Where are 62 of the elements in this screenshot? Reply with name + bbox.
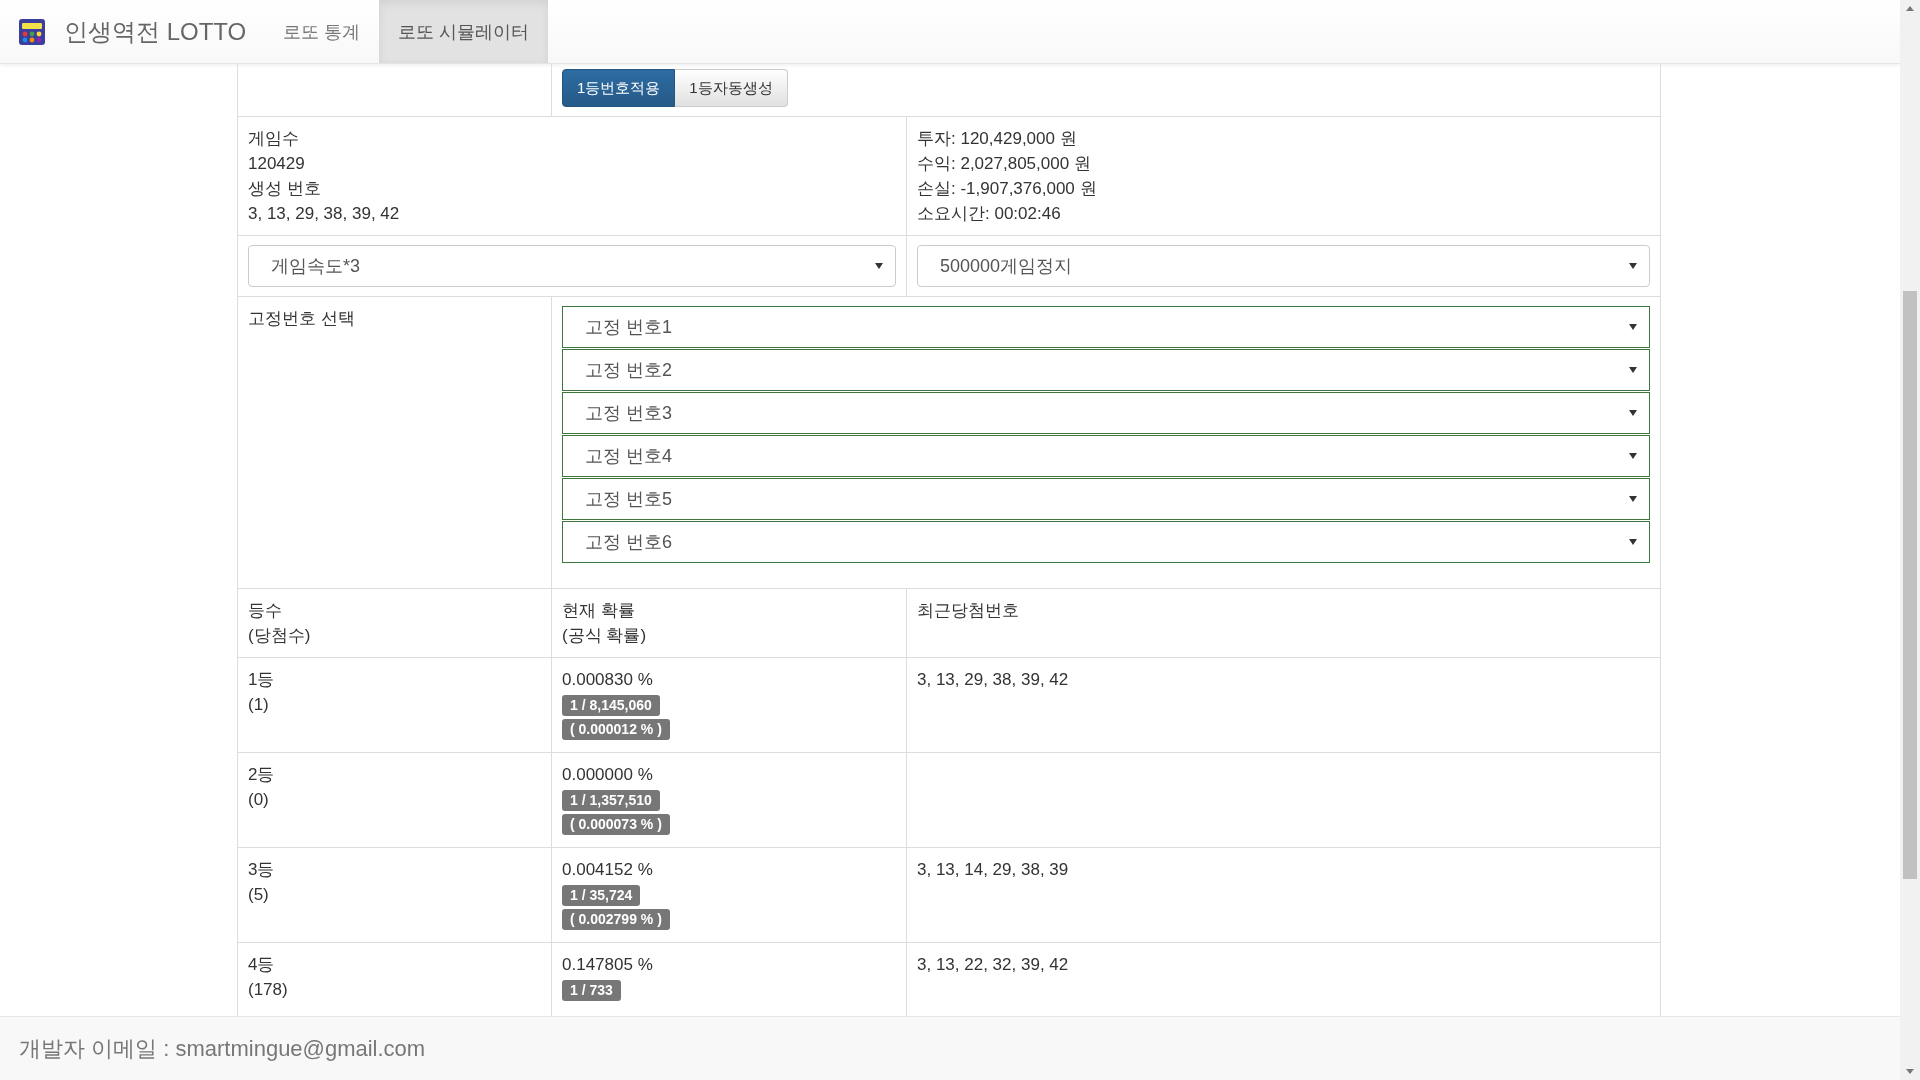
- fixed-number-select[interactable]: 고정 번호2: [562, 349, 1650, 391]
- probability-badge: 1 / 35,724: [562, 885, 641, 906]
- stop-select[interactable]: 500000게임정지: [917, 245, 1650, 287]
- nav-tab[interactable]: 로또 시뮬레이터: [379, 0, 549, 63]
- caret-icon: [1629, 410, 1637, 416]
- probability-badge: 1 / 1,357,510: [562, 790, 660, 811]
- caret-icon: [1629, 539, 1637, 545]
- fixed-number-select[interactable]: 고정 번호3: [562, 392, 1650, 434]
- mode-button[interactable]: 1등자동생성: [675, 69, 788, 107]
- probability-badge: 1 / 733: [562, 980, 621, 1001]
- column-header: (공식 확률): [562, 625, 648, 647]
- fixed-number-select[interactable]: 고정 번호5: [562, 478, 1650, 520]
- fixed-number-label: 고정번호 선택: [248, 308, 356, 330]
- column-header: 등수: [248, 600, 283, 622]
- probability-badge: 1 / 8,145,060: [562, 695, 660, 716]
- rank-text: 3등: [248, 859, 276, 881]
- summary-text: 수익: 2,027,805,000 원: [917, 153, 1092, 175]
- column-header: 최근당첨번호: [917, 600, 1020, 622]
- caret-icon: [1629, 367, 1637, 373]
- recent-numbers: 3, 13, 29, 38, 39, 42: [917, 669, 1070, 691]
- brand-title[interactable]: 인생역전 LOTTO: [64, 15, 247, 48]
- caret-icon: [1629, 496, 1637, 502]
- rate-text: 0.147805 %: [562, 954, 654, 976]
- speed-select[interactable]: 게임속도*3: [248, 245, 896, 287]
- scrollbar[interactable]: [1900, 0, 1920, 1080]
- column-header: (당첨수): [248, 625, 312, 647]
- caret-icon: [1629, 263, 1637, 269]
- win-count: (178): [248, 979, 289, 1001]
- rate-text: 0.000000 %: [562, 764, 654, 786]
- summary-text: 투자: 120,429,000 원: [917, 128, 1078, 150]
- summary-text: 120429: [248, 153, 306, 175]
- recent-numbers: 3, 13, 14, 29, 38, 39: [917, 859, 1070, 881]
- rate-text: 0.004152 %: [562, 859, 654, 881]
- caret-icon: [875, 263, 883, 269]
- caret-icon: [1629, 453, 1637, 459]
- summary-text: 게임수: [248, 128, 300, 150]
- fixed-number-select[interactable]: 고정 번호4: [562, 435, 1650, 477]
- win-count: (1): [248, 694, 270, 716]
- rank-text: 1등: [248, 669, 276, 691]
- summary-text: 소요시간: 00:02:46: [917, 203, 1062, 225]
- nav-tab[interactable]: 로또 통계: [264, 0, 380, 63]
- scroll-down-icon: [1906, 1069, 1914, 1074]
- probability-badge: ( 0.000012 % ): [562, 719, 670, 740]
- summary-text: 손실: -1,907,376,000 원: [917, 178, 1098, 200]
- summary-text: 3, 13, 29, 38, 39, 42: [248, 203, 401, 225]
- rank-text: 2등: [248, 764, 276, 786]
- probability-badge: ( 0.002799 % ): [562, 909, 670, 930]
- win-count: (0): [248, 789, 270, 811]
- rank-text: 4등: [248, 954, 276, 976]
- fixed-number-select[interactable]: 고정 번호1: [562, 306, 1650, 348]
- probability-badge: ( 0.000073 % ): [562, 814, 670, 835]
- developer-email: 개발자 이메일 : smartmingue@gmail.com: [19, 1034, 426, 1063]
- column-header: 현재 확률: [562, 600, 636, 622]
- rate-text: 0.000830 %: [562, 669, 654, 691]
- fixed-number-select[interactable]: 고정 번호6: [562, 521, 1650, 563]
- scrollbar-thumb[interactable]: [1903, 291, 1917, 879]
- mode-button[interactable]: 1등번호적용: [562, 69, 676, 107]
- win-count: (5): [248, 884, 270, 906]
- recent-numbers: 3, 13, 22, 32, 39, 42: [917, 954, 1070, 976]
- scroll-up-icon: [1906, 6, 1914, 11]
- caret-icon: [1629, 324, 1637, 330]
- summary-text: 생성 번호: [248, 178, 322, 200]
